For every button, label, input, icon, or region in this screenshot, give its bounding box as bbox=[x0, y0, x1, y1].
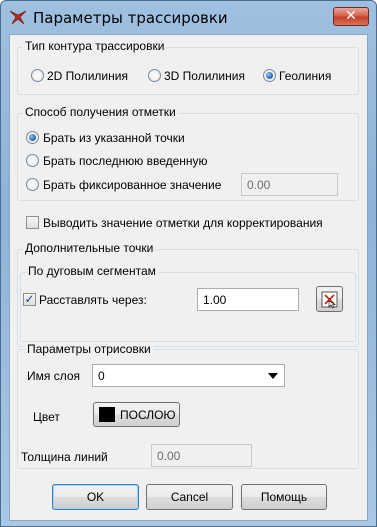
place-through-checkbox[interactable]: ✓ bbox=[23, 293, 36, 306]
pick-cursor-icon bbox=[321, 291, 338, 309]
dialog-window: Параметры трассировки ✕ Тип контура трас… bbox=[0, 0, 377, 527]
radio-3d-polyline-label[interactable]: 3D Полилиния bbox=[164, 69, 245, 83]
extra-points-legend: Дополнительные точки bbox=[23, 241, 156, 255]
title-bar[interactable]: Параметры трассировки ✕ bbox=[1, 1, 376, 35]
output-mark-label[interactable]: Выводить значение отметки для корректиро… bbox=[43, 216, 323, 230]
radio-geoline-label[interactable]: Геолиния bbox=[279, 69, 331, 83]
place-through-label[interactable]: Расставлять через: bbox=[39, 293, 147, 307]
app-icon bbox=[9, 10, 27, 25]
radio-from-point-label[interactable]: Брать из указанной точки bbox=[43, 131, 185, 145]
radio-geoline[interactable] bbox=[263, 69, 276, 82]
layer-name-label: Имя слоя bbox=[27, 369, 81, 383]
line-width-label: Толщина линий bbox=[21, 450, 108, 464]
line-width-input[interactable]: 0.00 bbox=[151, 444, 252, 467]
window-title: Параметры трассировки bbox=[33, 9, 228, 27]
color-button[interactable]: ПОСЛОЮ bbox=[93, 402, 180, 427]
close-button[interactable]: ✕ bbox=[333, 7, 369, 26]
ok-button[interactable]: OK bbox=[52, 484, 139, 510]
color-swatch bbox=[99, 407, 115, 422]
radio-last-entered[interactable] bbox=[26, 154, 39, 167]
place-through-input[interactable]: 1.00 bbox=[197, 288, 299, 311]
fixed-value-input[interactable]: 0.00 bbox=[241, 173, 338, 196]
radio-3d-polyline[interactable] bbox=[148, 69, 161, 82]
radio-fixed-value-label[interactable]: Брать фиксированное значение bbox=[43, 178, 221, 192]
radio-last-entered-label[interactable]: Брать последнюю введенную bbox=[43, 154, 208, 168]
chevron-down-icon bbox=[268, 373, 278, 379]
arc-segments-group bbox=[20, 272, 356, 342]
output-mark-checkbox[interactable] bbox=[26, 216, 39, 229]
radio-2d-polyline-label[interactable]: 2D Полилиния bbox=[47, 69, 128, 83]
radio-2d-polyline[interactable] bbox=[31, 69, 44, 82]
mark-method-legend: Способ получения отметки bbox=[23, 105, 178, 119]
cancel-button[interactable]: Cancel bbox=[146, 484, 233, 510]
render-params-legend: Параметры отрисовки bbox=[25, 342, 153, 356]
arc-segments-legend: По дуговым сегментам bbox=[26, 264, 158, 278]
color-button-label: ПОСЛОЮ bbox=[120, 408, 176, 422]
radio-from-point[interactable] bbox=[26, 131, 39, 144]
contour-type-legend: Тип контура трассировки bbox=[23, 39, 167, 53]
layer-name-select[interactable]: 0 bbox=[92, 364, 285, 387]
radio-fixed-value[interactable] bbox=[26, 178, 39, 191]
dialog-body: Тип контура трассировки 2D Полилиния 3D … bbox=[9, 34, 368, 521]
help-button[interactable]: Помощь bbox=[241, 484, 327, 510]
color-label: Цвет bbox=[33, 410, 60, 424]
layer-name-value: 0 bbox=[98, 369, 105, 383]
pick-distance-button[interactable] bbox=[316, 286, 343, 312]
